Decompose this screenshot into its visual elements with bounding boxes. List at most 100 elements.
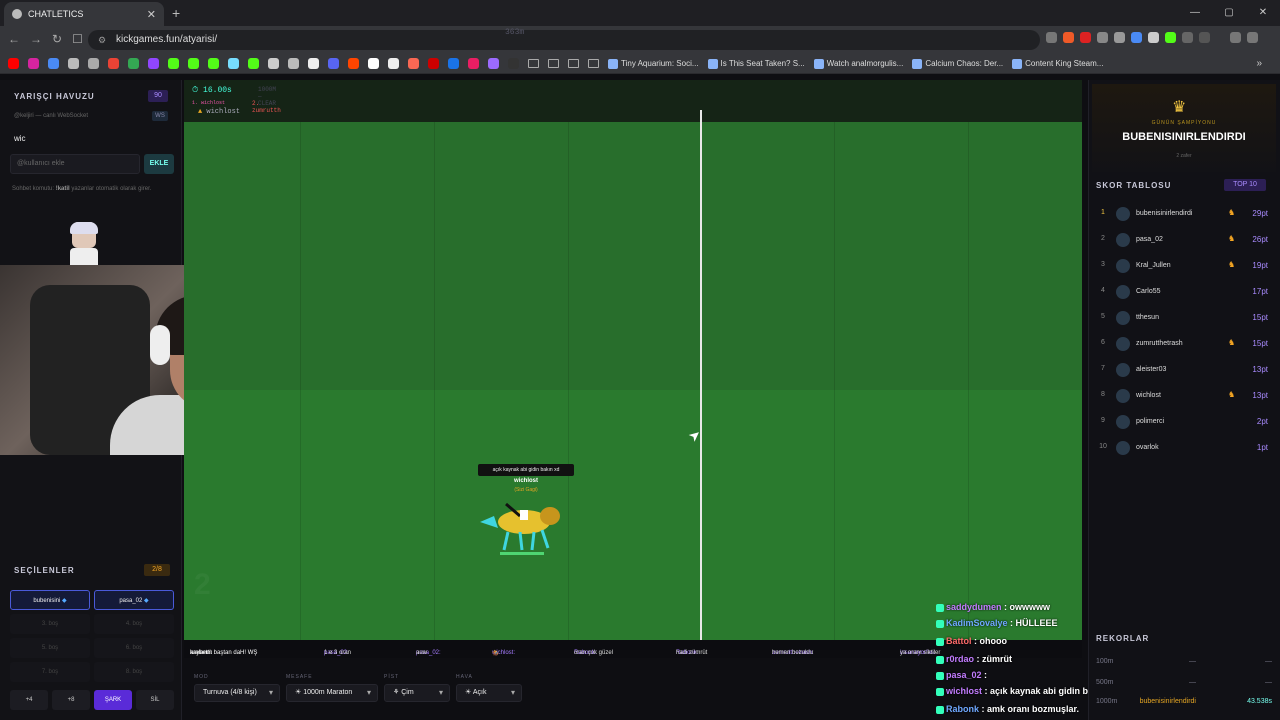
bookmark-folder-icon[interactable] (528, 59, 539, 68)
bookmark-link-icon[interactable] (68, 58, 79, 69)
score-points: 15pt (1252, 313, 1268, 322)
empty-slot[interactable]: 6. boş (94, 638, 174, 658)
score-row: 5 tthesun 15pt (1092, 306, 1276, 330)
bookmark-twitch-icon[interactable] (148, 58, 159, 69)
brave-shield-icon[interactable] (1063, 32, 1074, 43)
badge-icon (936, 655, 944, 664)
new-tab-icon[interactable]: + (172, 5, 180, 21)
chat-command-note: Sohbet komutu: !katil yazanlar otomatik … (12, 186, 152, 192)
bookmark-kick-icon[interactable] (168, 58, 179, 69)
maximize-icon[interactable]: ▢ (1212, 0, 1246, 26)
media-icon[interactable] (1230, 32, 1241, 43)
url-field[interactable]: ⚙ kickgames.fun/atyarisi/ (88, 30, 1040, 50)
add-4-button[interactable]: +4 (10, 690, 48, 710)
sidebar-icon[interactable] (1199, 32, 1210, 43)
bookmark-kick3-icon[interactable] (208, 58, 219, 69)
place-1: 1. wichlost (192, 100, 226, 106)
bookmark-icon[interactable]: ☐ (72, 32, 83, 46)
distance-select[interactable]: ☀ 1000m Maraton (286, 684, 378, 702)
shuffle-button[interactable]: ŞARK (94, 690, 132, 710)
extension-kick-icon[interactable] (1165, 32, 1176, 43)
bookmark-reddit-icon[interactable] (348, 58, 359, 69)
bookmark-item[interactable]: Watch analmorgulis... (813, 58, 903, 69)
bookmark-globe-icon[interactable] (88, 58, 99, 69)
score-rank: 9 (1101, 417, 1105, 424)
bookmark-x-icon[interactable] (228, 58, 239, 69)
avatar (1116, 337, 1130, 351)
bookmark-purple-icon[interactable] (488, 58, 499, 69)
score-points: 13pt (1252, 391, 1268, 400)
bookmark-discord-icon[interactable] (328, 58, 339, 69)
bookmark-folder-icon[interactable] (548, 59, 559, 68)
bookmark-twitter-icon[interactable] (308, 58, 319, 69)
empty-slot[interactable]: 7. boş (10, 662, 90, 682)
add-8-button[interactable]: +8 (52, 690, 90, 710)
bookmark-kick2-icon[interactable] (188, 58, 199, 69)
bookmark-steam-icon[interactable] (288, 58, 299, 69)
bookmark-pink-icon[interactable] (468, 58, 479, 69)
close-tab-icon[interactable]: ✕ (147, 8, 156, 21)
track-select[interactable]: ⚘ Çim (384, 684, 450, 702)
tab-bar: CHATLETICS ✕ + — ▢ ✕ (0, 0, 1280, 26)
extension-window-icon[interactable] (1148, 32, 1159, 43)
bookmark-green-icon[interactable] (248, 58, 259, 69)
score-rank: 8 (1101, 391, 1105, 398)
avatar (1116, 207, 1130, 221)
bookmarks-overflow-icon[interactable]: » (1256, 58, 1262, 69)
bookmark-translate-icon[interactable] (48, 58, 59, 69)
minimize-icon[interactable]: — (1178, 0, 1212, 26)
add-user-button[interactable]: EKLE (144, 154, 174, 174)
score-row: 3 Kral_Jullen ♞ 19pt (1092, 254, 1276, 278)
bookmark-gmail-icon[interactable] (108, 58, 119, 69)
empty-slot[interactable]: 4. boş (94, 614, 174, 634)
bookmark-item[interactable]: Calcium Chaos: Der... (912, 58, 1003, 69)
selected-slot[interactable]: pasa_02 ◆ (94, 590, 174, 610)
mode-select[interactable]: Turnuva (4/8 kişi) (194, 684, 280, 702)
badge-icon (936, 603, 944, 612)
bookmark-item[interactable]: Tiny Aquarium: Soci... (608, 58, 699, 69)
extension-box-icon[interactable] (1114, 32, 1125, 43)
extension-puzzle-icon[interactable] (1182, 32, 1193, 43)
bookmark-instagram-icon[interactable] (28, 58, 39, 69)
site-favicon-icon (12, 9, 22, 19)
site-info-icon[interactable]: ⚙ (98, 30, 106, 50)
share-icon[interactable] (1046, 32, 1057, 43)
forward-icon[interactable]: → (30, 32, 42, 46)
extension-blue-icon[interactable] (1131, 32, 1142, 43)
bookmark-orange-icon[interactable] (408, 58, 419, 69)
bookmark-drive-icon[interactable] (128, 58, 139, 69)
bookmark-play-icon[interactable] (448, 58, 459, 69)
bookmark-anchor-icon[interactable] (268, 58, 279, 69)
bookmark-item[interactable]: Is This Seat Taken? S... (707, 58, 805, 69)
bookmark-p-icon[interactable] (368, 58, 379, 69)
empty-slot[interactable]: 8. boş (94, 662, 174, 682)
selected-slot[interactable]: bubenisini ◆ (10, 590, 90, 610)
bookmark-item[interactable]: Content King Steam... (1012, 58, 1103, 69)
bookmark-folder-icon[interactable] (568, 59, 579, 68)
extension-red-icon[interactable] (1080, 32, 1091, 43)
empty-slot[interactable]: 5. boş (10, 638, 90, 658)
score-row: 2 pasa_02 ♞ 26pt (1092, 228, 1276, 252)
reload-icon[interactable]: ↻ (52, 32, 62, 46)
avatar (1116, 389, 1130, 403)
pool-user[interactable]: wic (14, 134, 26, 143)
bookmark-youtube-icon[interactable] (8, 58, 19, 69)
back-icon[interactable]: ← (8, 32, 20, 46)
menu-icon[interactable] (1247, 32, 1258, 43)
score-points: 1pt (1256, 443, 1268, 452)
empty-slot[interactable]: 3. boş (10, 614, 90, 634)
bookmark-patreon-icon[interactable] (388, 58, 399, 69)
bookmark-red-icon[interactable] (428, 58, 439, 69)
bookmark-k-icon[interactable] (508, 58, 519, 69)
champion-label: GÜNÜN ŞAMPİYONU (1151, 120, 1217, 126)
badge-icon (936, 705, 944, 714)
extension-tv-icon[interactable] (1097, 32, 1108, 43)
add-user-input[interactable]: @kullanıcı ekle (10, 154, 140, 174)
browser-tab[interactable]: CHATLETICS ✕ (4, 2, 164, 26)
pool-count-badge: 90 (148, 90, 168, 102)
score-name: ovarlok (1136, 444, 1159, 451)
close-window-icon[interactable]: ✕ (1246, 0, 1280, 26)
bookmark-folder-icon[interactable] (588, 59, 599, 68)
weather-select[interactable]: ☀ Açık (456, 684, 522, 702)
clear-button[interactable]: SİL (136, 690, 174, 710)
